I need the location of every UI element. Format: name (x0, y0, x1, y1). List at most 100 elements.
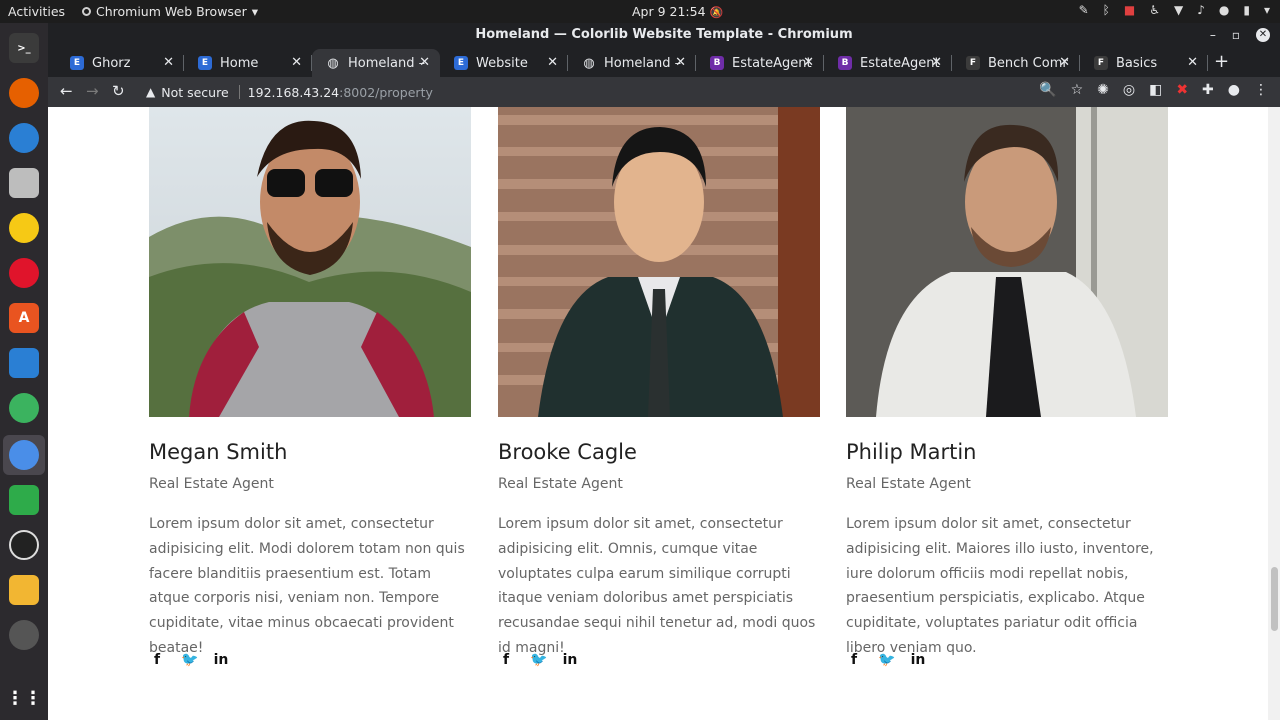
linkedin-icon[interactable]: in (213, 652, 229, 668)
calc-icon[interactable] (9, 485, 39, 515)
scrollbar-thumb[interactable] (1271, 567, 1278, 631)
facebook-icon[interactable]: f (498, 652, 514, 668)
close-tab-icon[interactable]: ✕ (547, 55, 558, 70)
agent-bio: Lorem ipsum dolor sit amet, consectetur … (498, 516, 816, 656)
wifi-icon: ▼ (1173, 3, 1184, 17)
tab[interactable]: ◍ Homeland – ✕ (568, 49, 696, 77)
app-icon[interactable] (9, 575, 39, 605)
restore-icon[interactable]: ▫ (1232, 23, 1240, 47)
close-tab-icon[interactable]: ✕ (291, 55, 302, 70)
show-apps-icon[interactable]: ⋮⋮ (6, 683, 42, 713)
agent-name: Philip Martin (846, 440, 977, 464)
extensions-puzzle-icon[interactable]: ✚ (1202, 82, 1214, 98)
files-icon[interactable] (9, 168, 39, 198)
agent-bio: Lorem ipsum dolor sit amet, consectetur … (149, 516, 465, 656)
close-tab-icon[interactable]: ✕ (1187, 55, 1198, 70)
chromium-icon[interactable] (9, 440, 39, 470)
agent-bio: Lorem ipsum dolor sit amet, consectetur … (846, 516, 1154, 656)
writer-icon[interactable] (9, 348, 39, 378)
agent-card-2: Brooke Cagle Real Estate Agent Lorem ips… (498, 107, 820, 668)
security-label: Not secure (161, 84, 229, 100)
system-tray[interactable]: ✎ ᛒ ■ ♿ ▼ ♪ ● ▮ ▾ (1079, 3, 1270, 17)
forward-icon[interactable]: → (86, 82, 99, 100)
social-links: f 🐦 in (498, 652, 578, 668)
agent-role: Real Estate Agent (498, 476, 623, 492)
page-scrollbar[interactable] (1268, 107, 1280, 720)
agent-photo (846, 107, 1168, 417)
activities-button[interactable]: Activities (8, 4, 65, 19)
close-tab-icon[interactable]: ✕ (675, 55, 686, 70)
address-bar[interactable]: ▲ Not secure 192.168.43.24:8002/property (136, 80, 1036, 104)
bookmark-star-icon[interactable]: ☆ (1071, 82, 1084, 98)
recorder-icon[interactable] (9, 620, 39, 650)
tab[interactable]: ◍ Homeland – ✕ (312, 49, 440, 77)
close-tab-icon[interactable]: ✕ (163, 55, 174, 70)
back-icon[interactable]: ← (60, 82, 73, 100)
tab[interactable]: F Bench Comm ✕ (952, 49, 1080, 77)
globe-icon: ◍ (583, 55, 595, 71)
tab[interactable]: E Ghorz ✕ (56, 49, 184, 77)
url-host: 192.168.43.24 (247, 84, 340, 100)
extension-icon-1[interactable]: ✺ (1097, 82, 1109, 98)
twitter-icon[interactable]: 🐦 (181, 652, 198, 668)
atom-icon[interactable] (9, 393, 39, 423)
tab[interactable]: F Basics ✕ (1080, 49, 1208, 77)
twitter-icon[interactable]: 🐦 (878, 652, 895, 668)
tab-title: Basics (1116, 55, 1158, 71)
terminal-icon[interactable]: >_ (9, 33, 39, 63)
tab-separator (1207, 55, 1208, 71)
menu-kebab-icon[interactable]: ⋮ (1254, 82, 1268, 98)
tab-title: Website (476, 55, 528, 71)
tab-title: EstateAgent (732, 55, 812, 71)
rhythmbox-icon[interactable] (9, 213, 39, 243)
software-center-icon[interactable]: A (9, 303, 39, 333)
new-tab-icon[interactable]: + (1214, 51, 1229, 72)
facebook-icon[interactable]: f (846, 652, 862, 668)
thunderbird-icon[interactable] (9, 123, 39, 153)
site-favicon-icon: E (454, 56, 468, 70)
window-title-bar: Homeland — Colorlib Website Template - C… (48, 23, 1280, 47)
bluetooth-icon: ᛒ (1102, 3, 1110, 17)
extension-icon-4[interactable]: ✖ (1176, 82, 1188, 98)
tab-title: Home (220, 55, 259, 71)
close-tab-icon[interactable]: ✕ (419, 55, 430, 70)
close-tab-icon[interactable]: ✕ (803, 55, 814, 70)
agent-name: Brooke Cagle (498, 440, 637, 464)
browser-toolbar: ← → ↻ ▲ Not secure 192.168.43.24:8002/pr… (48, 77, 1280, 107)
tab-title: Ghorz (92, 55, 131, 71)
linkedin-icon[interactable]: in (562, 652, 578, 668)
warning-icon[interactable]: ▲ (146, 85, 155, 99)
tab[interactable]: E Home ✕ (184, 49, 312, 77)
minimize-icon[interactable]: – (1210, 23, 1216, 47)
opera-icon[interactable] (9, 258, 39, 288)
extension-icon-2[interactable]: ◎ (1123, 82, 1135, 98)
firefox-icon[interactable] (9, 78, 39, 108)
notifications-muted-icon: 🔕 (709, 6, 724, 19)
reload-icon[interactable]: ↻ (112, 82, 125, 100)
system-top-bar: Activities Chromium Web Browser ▾ Apr 9 … (0, 0, 1280, 23)
site-favicon-icon: E (198, 56, 212, 70)
tab[interactable]: E Website ✕ (440, 49, 568, 77)
obs-icon[interactable] (9, 530, 39, 560)
tab-title: Bench Comm (988, 55, 1068, 71)
zoom-icon[interactable]: 🔍 (1039, 82, 1056, 98)
tab[interactable]: B EstateAgent ✕ (696, 49, 824, 77)
tab[interactable]: B EstateAgent ✕ (824, 49, 952, 77)
close-tab-icon[interactable]: ✕ (1059, 55, 1070, 70)
chevron-down-icon: ▾ (251, 4, 259, 19)
social-links: f 🐦 in (846, 652, 926, 668)
clock[interactable]: Apr 9 21:54 🔕 (632, 4, 723, 19)
agent-card-1: Megan Smith Real Estate Agent Lorem ipsu… (149, 107, 471, 668)
app-menu[interactable]: Chromium Web Browser ▾ (82, 4, 258, 19)
close-window-icon[interactable]: ✕ (1256, 28, 1270, 42)
battery-icon: ▮ (1243, 3, 1250, 17)
power-menu-icon: ▾ (1263, 3, 1270, 17)
agent-photo (498, 107, 820, 417)
twitter-icon[interactable]: 🐦 (530, 652, 547, 668)
profile-avatar-icon[interactable]: ● (1228, 82, 1240, 98)
linkedin-icon[interactable]: in (910, 652, 926, 668)
extension-icon-3[interactable]: ◧ (1149, 82, 1162, 98)
window-title: Homeland — Colorlib Website Template - C… (475, 27, 853, 42)
facebook-icon[interactable]: f (149, 652, 165, 668)
close-tab-icon[interactable]: ✕ (931, 55, 942, 70)
